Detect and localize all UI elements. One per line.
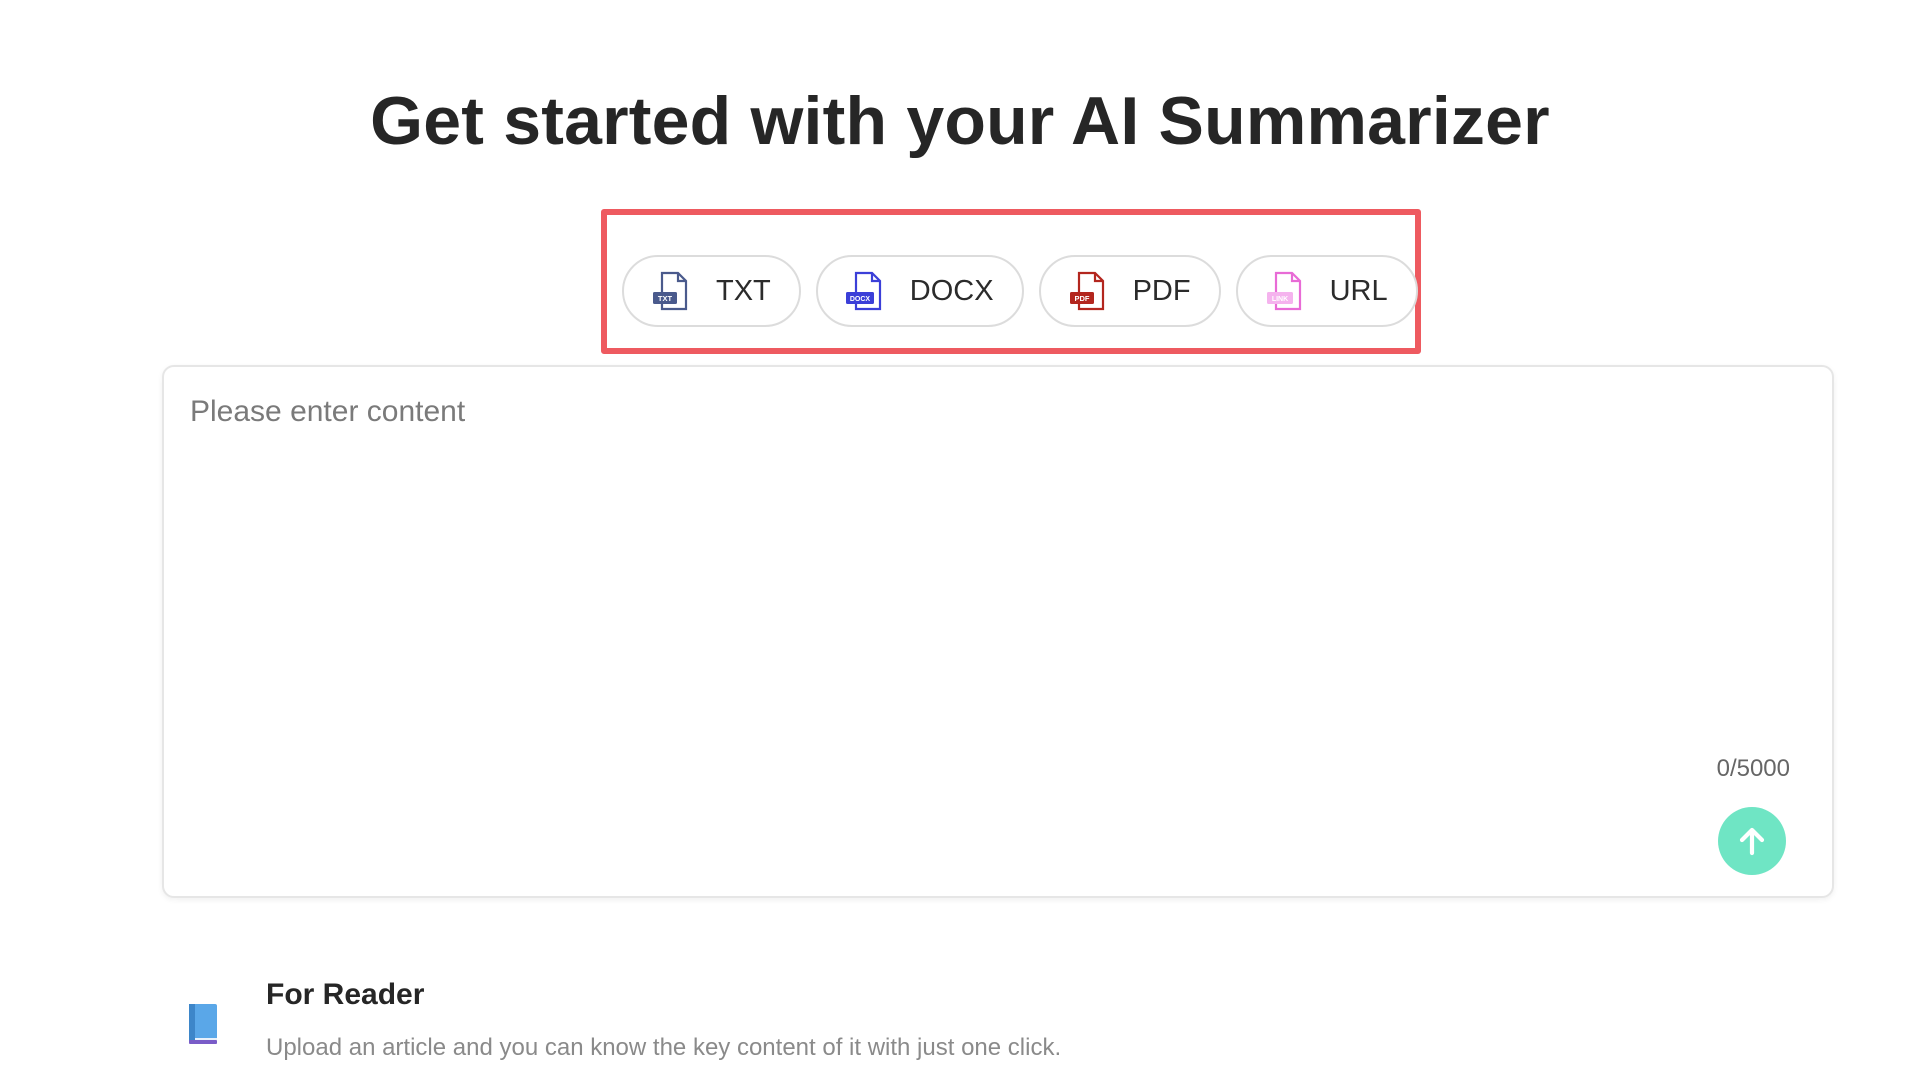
svg-text:DOCX: DOCX: [850, 296, 871, 303]
upload-options: TXT TXT DOCX DOCX PDF PDF LINK URL: [622, 255, 1418, 327]
feature-description: Upload an article and you can know the k…: [266, 1034, 1062, 1061]
upload-docx-button[interactable]: DOCX DOCX: [815, 255, 1024, 327]
upload-url-button[interactable]: LINK URL: [1235, 255, 1418, 327]
arrow-up-icon: [1739, 827, 1765, 856]
blue-book-icon: [189, 1004, 217, 1044]
link-file-icon: LINK: [1266, 271, 1301, 311]
txt-file-icon: TXT: [653, 271, 688, 311]
svg-text:PDF: PDF: [1074, 294, 1089, 303]
docx-file-icon: DOCX: [845, 271, 881, 311]
upload-txt-button[interactable]: TXT TXT: [622, 255, 801, 327]
upload-url-label: URL: [1329, 274, 1388, 307]
upload-txt-label: TXT: [716, 274, 771, 307]
feature-for-reader: For Reader Upload an article and you can…: [185, 978, 1061, 1062]
feature-title: For Reader: [266, 978, 425, 1011]
feature-text: For Reader Upload an article and you can…: [266, 978, 1061, 1062]
page-title: Get started with your AI Summarizer: [370, 83, 1550, 159]
upload-pdf-label: PDF: [1132, 274, 1191, 307]
svg-text:TXT: TXT: [658, 294, 673, 303]
submit-button[interactable]: [1718, 807, 1786, 875]
character-counter: 0/5000: [1716, 755, 1790, 782]
summarizer-page: Get started with your AI Summarizer TXT …: [0, 0, 1920, 1080]
upload-pdf-button[interactable]: PDF PDF: [1038, 255, 1221, 327]
svg-text:LINK: LINK: [1271, 296, 1287, 303]
pdf-file-icon: PDF: [1069, 271, 1104, 311]
content-input[interactable]: [190, 395, 1690, 795]
content-editor: 0/5000: [162, 365, 1834, 898]
upload-docx-label: DOCX: [909, 274, 994, 307]
